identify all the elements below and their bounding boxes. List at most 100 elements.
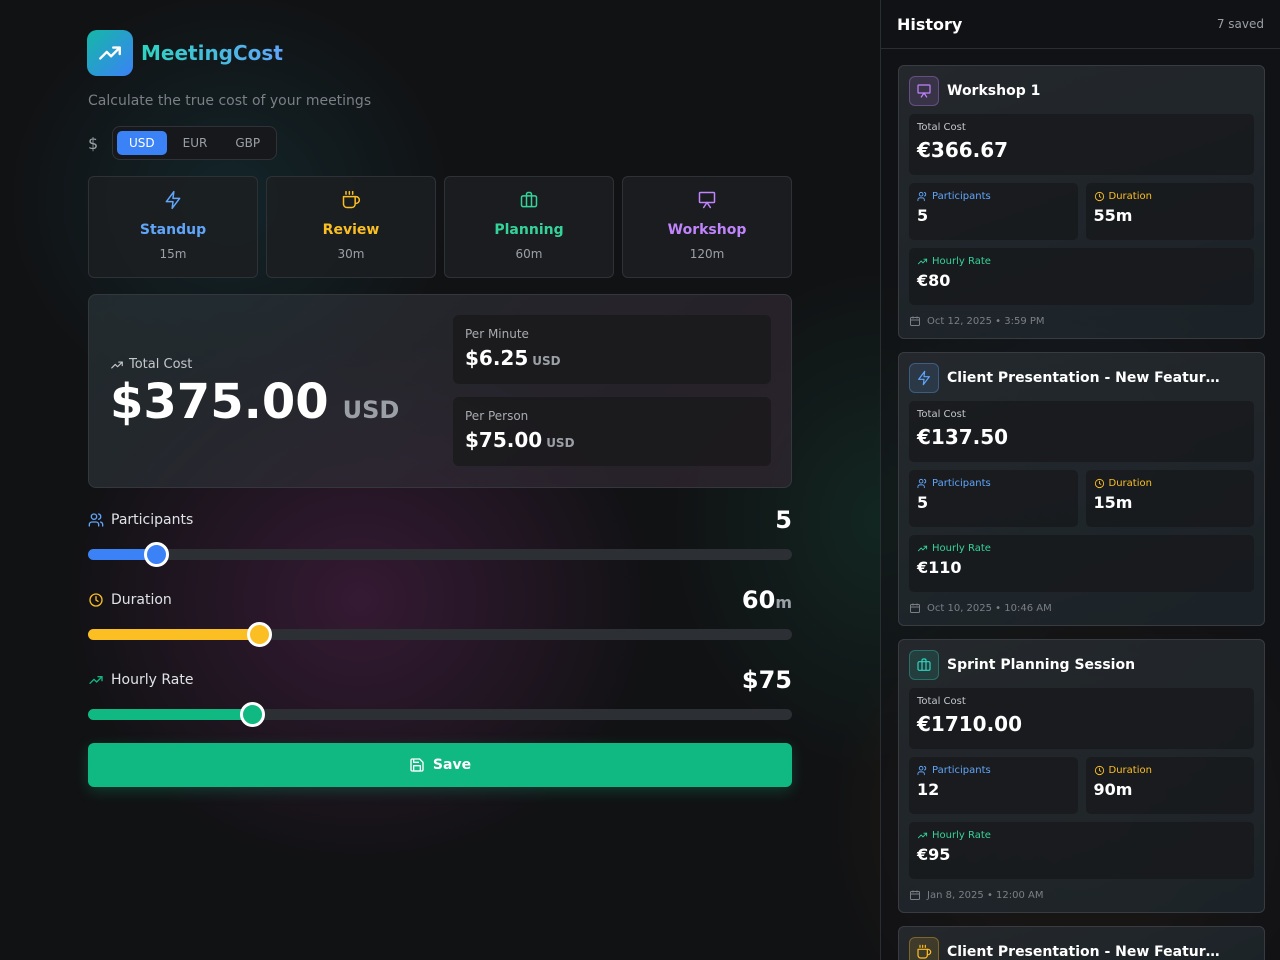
save-button[interactable]: Save [88,743,792,787]
users-icon [917,478,927,489]
history-total-box: Total Cost €1710.00 [909,688,1254,749]
history-duration-box: Duration 90m [1085,757,1254,814]
per-person-label: Per Person [465,409,529,423]
currency-symbol: $ [88,133,99,153]
lightning-icon [165,190,181,210]
history-duration-value: 15m [1093,493,1133,512]
app-subtitle: Calculate the true cost of your meetings [88,93,372,109]
preset-name: Planning [494,222,564,238]
history-total-box: Total Cost €366.67 [909,114,1254,175]
users-icon [917,191,927,202]
coffee-icon [909,937,939,960]
history-total-value: €1710.00 [917,712,1023,736]
participants-thumb[interactable] [144,542,169,567]
history-total-value: €137.50 [917,425,1009,449]
history-card[interactable]: Client Presentation - New Feature Demo [898,926,1265,960]
presentation-icon [698,191,716,209]
history-card-title: Sprint Planning Session [947,657,1136,673]
history-rate-box: Hourly Rate €80 [909,248,1254,305]
participants-track[interactable] [88,542,792,567]
users-icon [88,513,104,527]
history-date: Jan 8, 2025 • 12:00 AM [909,888,1254,902]
per-minute-card: Per Minute $6.25 USD [453,315,771,384]
history-card-header: Sprint Planning Session [909,650,1254,680]
trending-up-icon [917,832,928,839]
clock-icon [1094,765,1104,776]
history-rate-value: €110 [917,558,962,577]
history-duration-box: Duration 15m [1085,470,1254,527]
history-card-title: Client Presentation - New Feature Demo [947,370,1227,386]
history-card-header: Workshop 1 [909,76,1254,106]
total-cost-currency: USD [342,396,400,424]
total-cost-value: $375.00 USD [110,374,400,430]
history-participants-box: Participants 12 [909,757,1078,814]
participants-value: 5 [775,506,792,534]
history-sidebar: History 7 saved Workshop 1 Total Cost €3… [880,0,1280,960]
history-rate-value: €80 [917,271,951,290]
history-count: 7 saved [1216,17,1264,31]
history-card-header: Client Presentation - New Feature Demo [909,937,1254,960]
preset-duration: 15m [159,247,187,261]
calendar-icon [910,890,920,900]
users-icon [917,765,927,776]
history-title: History [897,14,963,34]
currency-eur-button[interactable]: EUR [171,131,220,155]
per-person-card: Per Person $75.00 USD [453,397,771,466]
hourly-rate-fill [88,709,253,720]
currency-usd-button[interactable]: USD [117,131,167,155]
history-card-header: Client Presentation - New Feature Demo [909,363,1254,393]
history-date: Oct 10, 2025 • 10:46 AM [909,601,1254,615]
history-participants-value: 5 [917,206,929,225]
total-cost-card: Total Cost $375.00 USD Per Minute $6.25 U… [88,294,792,488]
per-minute-label: Per Minute [465,327,529,341]
presentation-icon [909,76,939,106]
hourly-rate-label: Hourly Rate [88,672,193,688]
calendar-icon [910,603,920,613]
history-date: Oct 12, 2025 • 3:59 PM [909,314,1254,328]
preset-name: Review [322,222,380,238]
preset-standup[interactable]: Standup 15m [88,176,258,278]
history-participants-box: Participants 5 [909,183,1078,240]
history-participants-value: 5 [917,493,929,512]
duration-fill [88,629,259,640]
history-participants-value: 12 [917,780,940,799]
preset-duration: 120m [689,247,725,261]
history-rate-box: Hourly Rate €110 [909,535,1254,592]
calculator-panel: MeetingCost Calculate the true cost of y… [87,30,792,787]
lightning-icon [909,363,939,393]
history-total-box: Total Cost €137.50 [909,401,1254,462]
hourly-rate-value: $75 [741,666,792,694]
duration-thumb[interactable] [247,622,272,647]
preset-review[interactable]: Review 30m [266,176,436,278]
hourly-rate-track[interactable] [88,702,792,727]
trending-up-icon [89,676,103,684]
duration-track[interactable] [88,622,792,647]
history-card[interactable]: Client Presentation - New Feature Demo T… [898,352,1265,626]
preset-grid: Standup 15m Review 30m Planning 60m Work… [88,176,792,278]
history-rate-box: Hourly Rate €95 [909,822,1254,879]
preset-planning[interactable]: Planning 60m [444,176,614,278]
participants-slider: Participants 5 [88,505,792,585]
brand-header: MeetingCost [87,30,792,76]
history-card[interactable]: Workshop 1 Total Cost €366.67 Participan… [898,65,1265,339]
participants-label: Participants [88,512,193,528]
duration-value: 60m [741,586,792,614]
hourly-rate-thumb[interactable] [240,702,266,727]
history-duration-value: 90m [1093,780,1133,799]
history-card-title: Client Presentation - New Feature Demo [947,944,1227,960]
currency-segmented-control: USD EUR GBP [112,126,278,160]
per-minute-value: $6.25 USD [465,346,561,370]
hourly-rate-slider: Hourly Rate $75 [88,665,792,745]
history-rate-value: €95 [917,845,951,864]
preset-name: Workshop [667,222,747,238]
currency-gbp-button[interactable]: GBP [223,131,272,155]
trending-up-icon [111,361,123,368]
trending-up-icon [99,46,121,60]
duration-label: Duration [88,592,172,608]
coffee-icon [342,190,360,209]
total-cost-label: Total Cost [110,357,399,372]
preset-workshop[interactable]: Workshop 120m [622,176,792,278]
history-duration-value: 55m [1093,206,1133,225]
per-person-value: $75.00 USD [465,428,575,452]
history-card[interactable]: Sprint Planning Session Total Cost €1710… [898,639,1265,913]
